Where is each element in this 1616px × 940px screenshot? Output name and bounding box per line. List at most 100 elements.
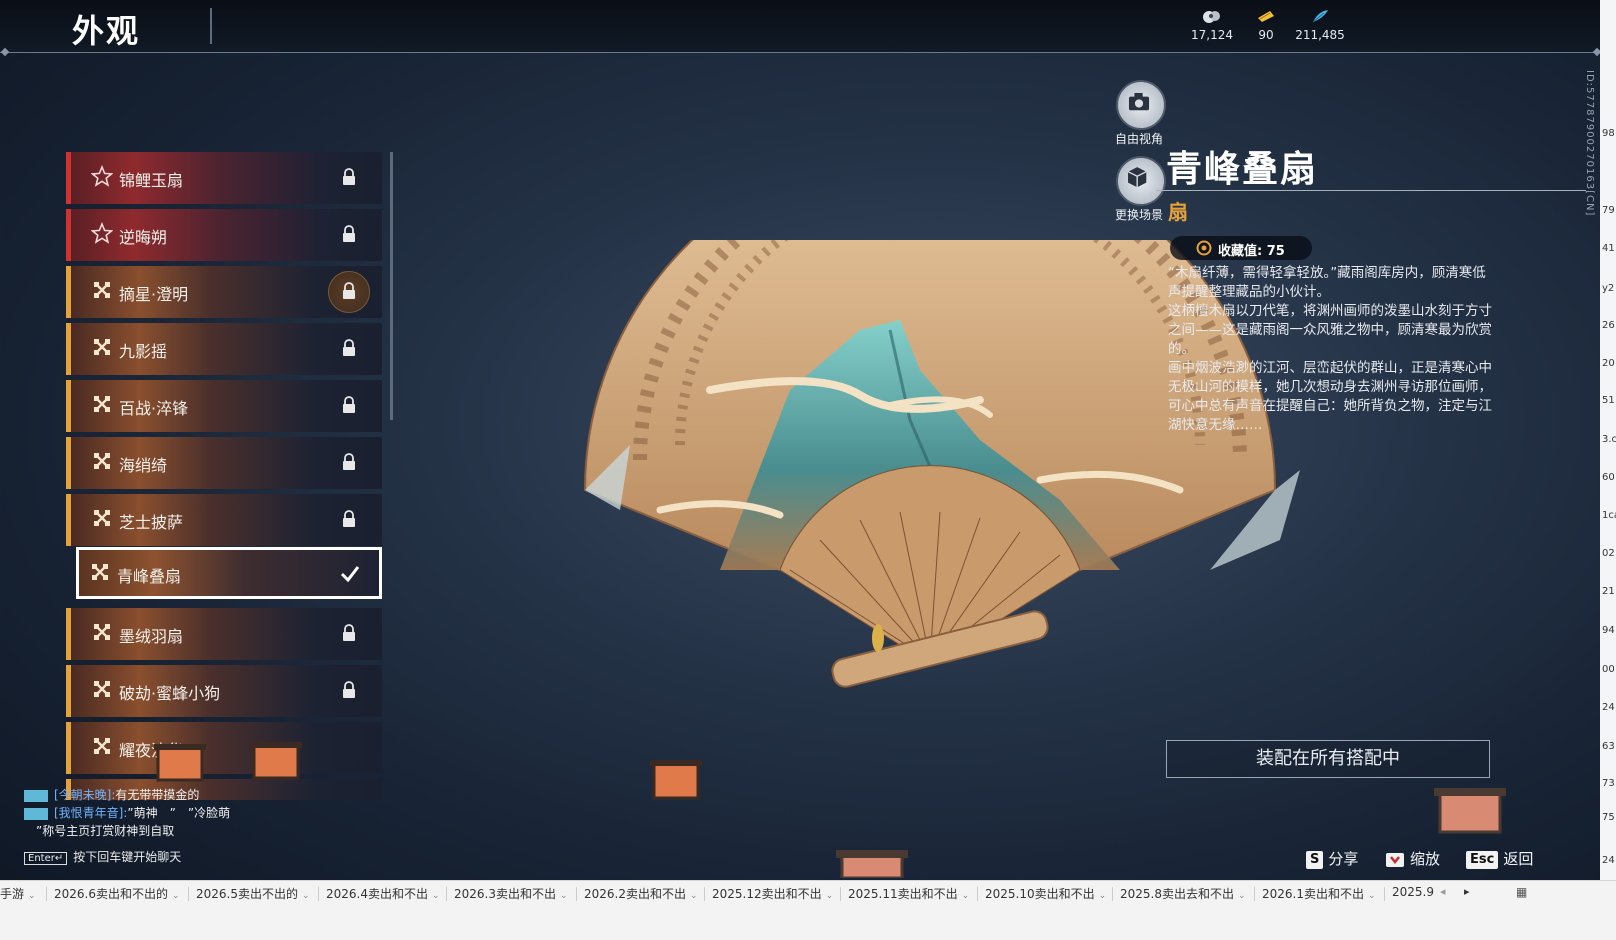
tab-divider: [1112, 887, 1113, 901]
cross-rarity-icon: [94, 339, 110, 355]
lock-icon: [343, 168, 355, 185]
edge-number: 20: [1602, 358, 1615, 369]
sheet-tab[interactable]: 2026.6卖出和不出的 ⌄: [54, 885, 180, 902]
sheet-tab[interactable]: 2026.1卖出和不出 ⌄: [1262, 885, 1376, 902]
item-name: 逆晦朔: [119, 228, 168, 247]
back-label: 返回: [1503, 850, 1534, 868]
sheet-tab[interactable]: 2026.5卖出不出的 ⌄: [196, 885, 310, 902]
cross-rarity-icon: [94, 396, 110, 412]
sheet-tab-label: 2025.11卖出和不出: [848, 887, 958, 901]
chat-line: [我恨青年音]:”萌神 ” ”冷脸萌: [24, 804, 230, 822]
chevron-down-icon: ⌄: [172, 891, 180, 901]
list-item[interactable]: 百战·淬锋: [66, 380, 382, 432]
edge-number: 75: [1602, 812, 1615, 823]
chat-enter-hint[interactable]: Enter↵ 按下回车键开始聊天: [24, 848, 181, 865]
share-hint[interactable]: S 分享: [1306, 848, 1358, 870]
tab-divider: [576, 887, 577, 901]
tab-divider: [318, 887, 319, 901]
item-name: 破劫·蜜蜂小狗: [119, 684, 221, 703]
sheet-tab[interactable]: 2025.8卖出去和不出 ⌄: [1120, 885, 1246, 902]
lantern-decoration: [250, 742, 302, 780]
sheet-tab[interactable]: 2026.2卖出和不出 ⌄: [584, 885, 698, 902]
tab-divider: [704, 887, 705, 901]
sheet-tab-label: 2026.6卖出和不出的: [54, 887, 168, 901]
currency-value: 90: [1258, 28, 1274, 42]
chat-sender[interactable]: [今朝未晚]:: [54, 788, 115, 802]
edge-number: 21: [1602, 586, 1615, 597]
sheet-tab-label: 2026.4卖出和不出: [326, 887, 428, 901]
sheet-tab-label: 2026.2卖出和不出: [584, 887, 686, 901]
item-name: 摘星·澄明: [119, 285, 189, 304]
item-name: 百战·淬锋: [119, 399, 189, 418]
chevron-down-icon: ⌄: [825, 891, 834, 901]
description-paragraph: 画中烟波浩渺的江河、层峦起伏的群山，正是清寒心中无极山河的模样，她几次想动身去渊…: [1168, 360, 1492, 433]
edge-number: 02: [1602, 548, 1615, 559]
scene-cube-icon: [1127, 167, 1147, 188]
list-item[interactable]: 锦鲤玉扇: [66, 152, 382, 204]
chevron-down-icon: ⌄: [302, 891, 310, 901]
list-item[interactable]: 逆晦朔: [66, 209, 382, 261]
list-item[interactable]: 摘星·澄明: [66, 266, 382, 318]
change-scene-label: 更换场景: [1114, 208, 1163, 222]
sheet-tab[interactable]: 手游 ⌄: [0, 885, 36, 902]
back-key: Esc: [1466, 850, 1499, 869]
sheet-tab-label: 2025.9: [1392, 885, 1434, 899]
edge-number: 94: [1602, 625, 1615, 636]
list-item[interactable]: 墨绒羽扇: [66, 608, 382, 660]
sheet-tab[interactable]: 2025.12卖出和不出 ⌄: [712, 885, 833, 902]
list-item[interactable]: 耀夜流华: [66, 722, 382, 774]
lock-icon: [343, 510, 355, 527]
free-view-button[interactable]: [1116, 80, 1166, 130]
sheet-tab-label: 2026.5卖出不出的: [196, 887, 298, 901]
sheet-tab[interactable]: 2025.11卖出和不出 ⌄: [848, 885, 969, 902]
lantern-decoration: [650, 760, 702, 800]
sheet-tab-label: 2026.3卖出和不出: [454, 887, 556, 901]
tab-divider: [1384, 887, 1385, 901]
sheet-tab[interactable]: 2025.10卖出和不出 ⌄: [985, 885, 1106, 902]
edge-number: 60: [1602, 472, 1615, 483]
page-title: 外观: [72, 12, 141, 50]
tab-divider: [1254, 887, 1255, 901]
list-item[interactable]: 芝士披萨: [66, 494, 382, 546]
change-scene-button[interactable]: [1116, 156, 1166, 206]
edge-number: y2: [1602, 283, 1615, 294]
back-hint[interactable]: Esc 返回: [1466, 848, 1533, 870]
list-scrollbar[interactable]: [390, 152, 393, 420]
edge-number: 79: [1602, 205, 1615, 216]
collect-value: 收藏值: 75: [1218, 244, 1285, 259]
tab-scroll-left-icon[interactable]: ◂: [1440, 885, 1446, 898]
list-item[interactable]: 九影摇: [66, 323, 382, 375]
item-name: 墨绒羽扇: [119, 627, 184, 646]
list-item[interactable]: 海绡绮: [66, 437, 382, 489]
chevron-down-icon: ⌄: [1098, 891, 1107, 901]
sheet-tab[interactable]: 2025.9: [1392, 885, 1434, 899]
currency-value: 211,485: [1295, 28, 1345, 42]
sheet-tab[interactable]: 2026.3卖出和不出 ⌄: [454, 885, 568, 902]
chevron-down-icon: ⌄: [432, 891, 440, 901]
lock-icon: [343, 282, 355, 299]
zoom-hint[interactable]: 缩放: [1384, 848, 1440, 870]
star-rarity-icon: [91, 222, 113, 244]
top-bar: 外观 17,124 90 211,485: [0, 0, 1600, 53]
chevron-down-icon: ⌄: [1238, 891, 1246, 901]
sheet-tab-label: 2025.8卖出去和不出: [1120, 887, 1234, 901]
item-type: 扇: [1168, 200, 1188, 224]
grid-view-icon[interactable]: ▦: [1516, 885, 1527, 899]
item-name: 芝士披萨: [119, 513, 184, 532]
list-item[interactable]: 破劫·蜜蜂小狗: [66, 665, 382, 717]
chat-channel-icon: [24, 789, 48, 802]
chat-sender[interactable]: [我恨青年音]:: [54, 806, 127, 820]
chat-line: ”称号主页打赏财神到自取: [24, 822, 230, 840]
list-item-selected[interactable]: 青峰叠扇: [76, 547, 382, 599]
sheet-tab[interactable]: 2026.4卖出和不出 ⌄: [326, 885, 440, 902]
lock-icon: [343, 225, 355, 242]
tab-scroll-right-icon[interactable]: ▸: [1464, 885, 1470, 898]
equip-all-button[interactable]: 装配在所有搭配中: [1166, 740, 1490, 778]
appearance-item-list[interactable]: 锦鲤玉扇 逆晦朔 摘星·澄明 九影摇 百战·淬锋 海绡绮 芝士披萨 青峰叠扇 墨…: [66, 152, 382, 800]
chat-enter-label: 按下回车键开始聊天: [73, 850, 182, 864]
player-id: ID:5778790027016​3[CN]: [1584, 70, 1595, 217]
zoom-icon: [1386, 852, 1404, 867]
cross-rarity-icon: [94, 282, 110, 298]
item-title: 青峰叠扇: [1166, 149, 1319, 190]
item-description: “木扇纤薄，需得轻拿轻放。”藏雨阁库房内，顾清寒低声提醒整理藏品的小伙计。 这柄…: [1168, 264, 1492, 435]
